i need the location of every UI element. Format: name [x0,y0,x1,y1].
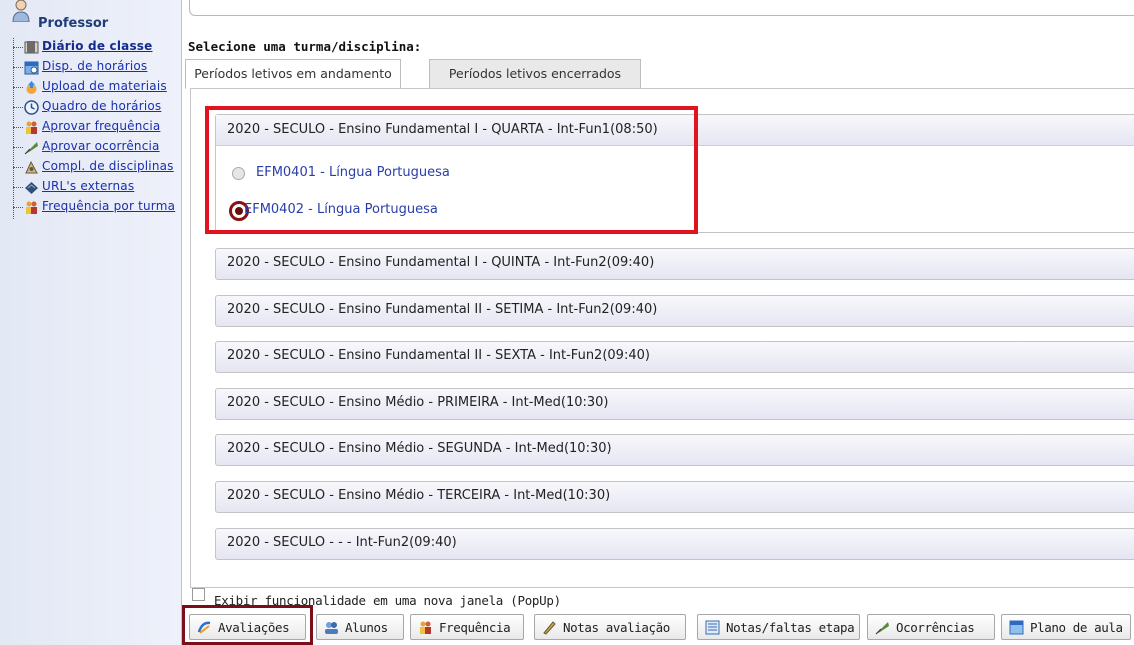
sidebar-item-label[interactable]: Aprovar frequência [42,119,160,133]
book-icon [24,41,39,54]
clock-icon [24,100,39,115]
popup-checkbox[interactable] [192,588,205,601]
sidebar-menu: Diário de classe Disp. de horários Uploa… [0,38,181,238]
students-icon [325,622,338,634]
class-group[interactable]: 2020 - SECULO - Ensino Fundamental I - Q… [215,248,1134,280]
button-label: Notas/faltas etapa [726,620,855,635]
highlight-box [205,106,698,234]
frequencia-button[interactable]: Frequência [410,614,524,640]
class-group[interactable]: 2020 - SECULO - Ensino Médio - PRIMEIRA … [215,388,1134,420]
button-label: Ocorrências [896,620,975,635]
sidebar-item-label[interactable]: Aprovar ocorrência [42,139,160,153]
calendar-icon [24,61,39,75]
plano-de-aula-button[interactable]: Plano de aula [1001,614,1131,640]
class-group[interactable]: 2020 - SECULO - Ensino Fundamental II - … [215,295,1134,327]
professor-icon [12,0,30,22]
button-label: Frequência [439,620,511,635]
button-label: Notas avaliação [563,620,670,635]
quill-icon [24,142,38,155]
sidebar-item-aprovar-ocorrencia[interactable]: Aprovar ocorrência [13,138,181,158]
sidebar-item-label[interactable]: URL's externas [42,179,134,193]
button-label: Alunos [345,620,388,635]
sidebar-item-label[interactable]: Diário de classe [42,39,152,53]
sidebar-title: Professor [38,16,109,31]
button-highlight-box [182,605,313,645]
class-group-label: 2020 - SECULO - Ensino Médio - TERCEIRA … [227,488,611,503]
sidebar-item-urls-externas[interactable]: URL's externas [13,178,181,198]
pencil-icon [543,621,556,635]
notas-avaliacao-button[interactable]: Notas avaliação [534,614,686,640]
sidebar-item-label[interactable]: Disp. de horários [42,59,147,73]
period-tabs: Períodos letivos em andamento Períodos l… [185,59,1134,89]
sidebar: Professor Diário de classe Disp. de horá… [0,0,182,645]
class-group-label: 2020 - SECULO - Ensino Fundamental II - … [227,302,658,317]
sidebar-header: Professor [8,0,178,34]
sidebar-item-disp-horarios[interactable]: Disp. de horários [13,58,181,78]
plan-icon [1009,620,1024,635]
upload-icon [26,81,37,94]
sidebar-item-frequencia-por-turma[interactable]: Frequência por turma [13,198,181,218]
sidebar-item-label[interactable]: Compl. de disciplinas [42,159,174,173]
people-icon [26,121,37,134]
sidebar-item-label[interactable]: Upload de materiais [42,79,167,93]
sidebar-item-upload-materiais[interactable]: Upload de materiais [13,78,181,98]
button-label: Plano de aula [1030,620,1123,635]
globe-icon [25,182,38,194]
sidebar-item-label[interactable]: Quadro de horários [42,99,161,113]
top-panel [189,0,1134,16]
sidebar-item-diario-de-classe[interactable]: Diário de classe [13,38,181,58]
class-group-label: 2020 - SECULO - Ensino Fundamental I - Q… [227,255,655,270]
class-group[interactable]: 2020 - SECULO - - - Int-Fun2(09:40) [215,528,1134,560]
notas-faltas-etapa-button[interactable]: Notas/faltas etapa [697,614,860,640]
quill-icon [875,622,889,635]
sidebar-item-aprovar-frequencia[interactable]: Aprovar frequência [13,118,181,138]
people-icon [26,201,37,214]
class-group-label: 2020 - SECULO - - - Int-Fun2(09:40) [227,535,457,550]
select-class-label: Selecione uma turma/disciplina: [188,39,422,54]
class-group-label: 2020 - SECULO - Ensino Médio - PRIMEIRA … [227,395,609,410]
sidebar-item-compl-disciplinas[interactable]: Compl. de disciplinas [13,158,181,178]
sidebar-item-quadro-horarios[interactable]: Quadro de horários [13,98,181,118]
class-group[interactable]: 2020 - SECULO - Ensino Médio - TERCEIRA … [215,481,1134,513]
list-icon [705,620,720,635]
class-group-label: 2020 - SECULO - Ensino Médio - SEGUNDA -… [227,441,612,456]
class-group[interactable]: 2020 - SECULO - Ensino Fundamental II - … [215,341,1134,373]
tab-periodos-encerrados[interactable]: Períodos letivos encerrados [429,59,641,89]
people-icon [420,621,431,634]
class-group-label: 2020 - SECULO - Ensino Fundamental II - … [227,348,650,363]
ocorrencias-button[interactable]: Ocorrências [867,614,995,640]
disc-icon [25,160,38,174]
sidebar-item-label[interactable]: Frequência por turma [42,199,175,213]
class-group[interactable]: 2020 - SECULO - Ensino Médio - SEGUNDA -… [215,434,1134,466]
tab-periodos-em-andamento[interactable]: Períodos letivos em andamento [185,59,401,89]
alunos-button[interactable]: Alunos [316,614,404,640]
